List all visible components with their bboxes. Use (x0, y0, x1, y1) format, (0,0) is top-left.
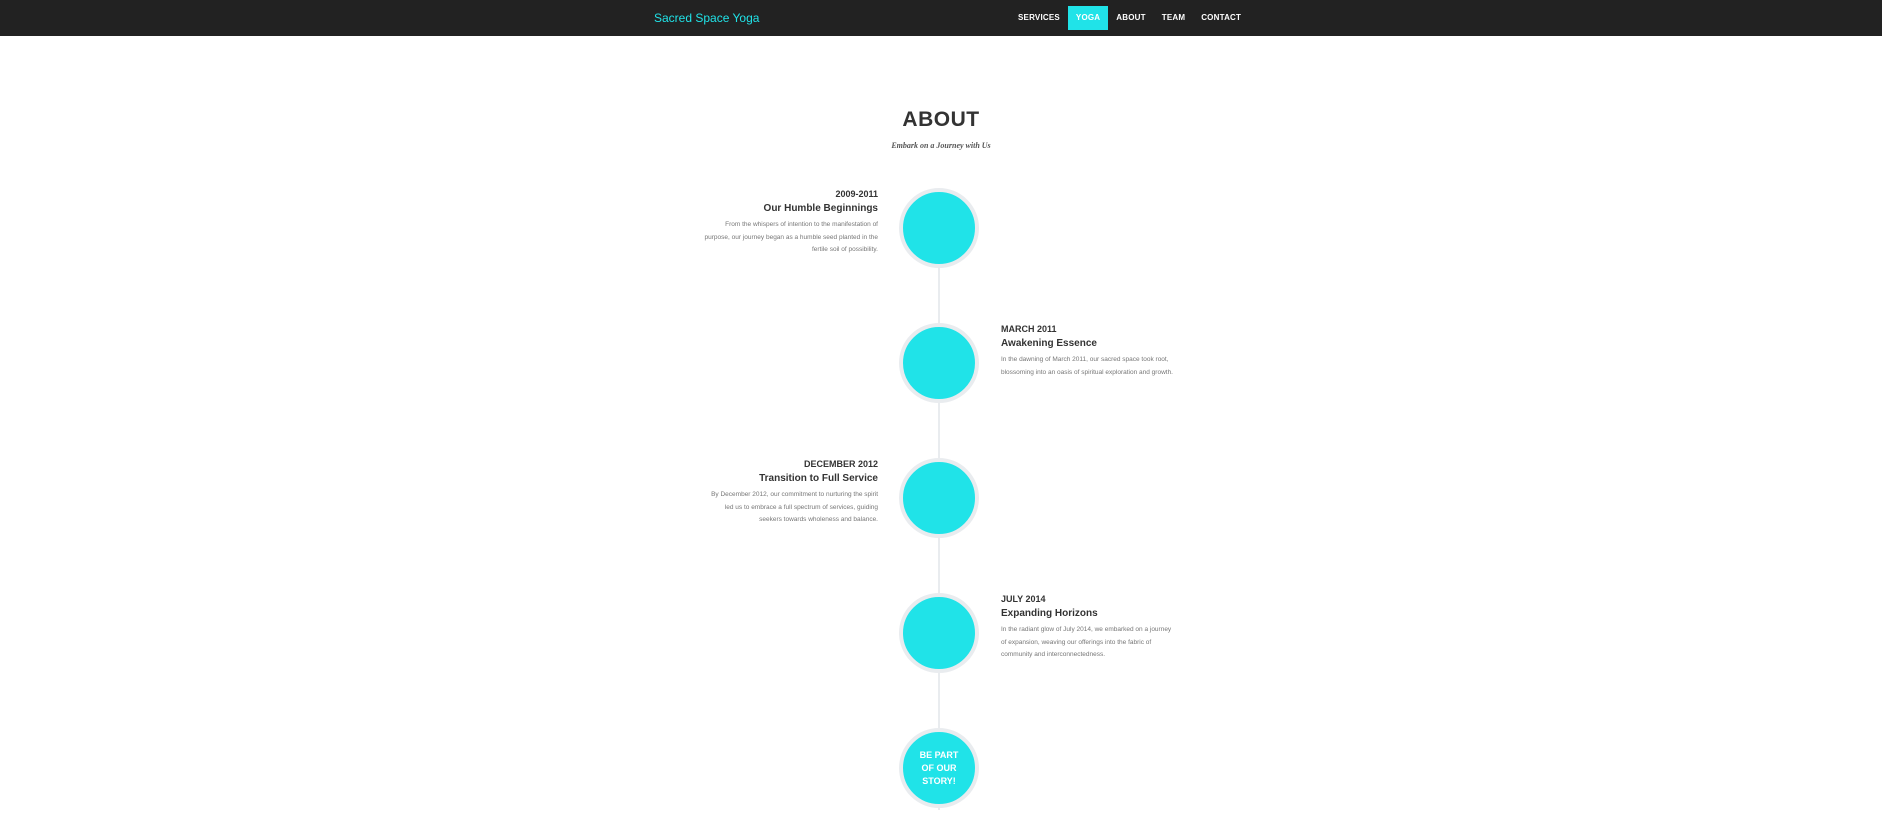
nav-menu: SERVICES YOGA ABOUT TEAM CONTACT (1010, 6, 1249, 30)
timeline-title: Our Humble Beginnings (763, 203, 878, 214)
section-subheading: Embark on a Journey with Us (891, 141, 991, 150)
timeline-date: 2009-2011 (835, 189, 878, 199)
timeline-entry: JULY 2014 Expanding Horizons In the radi… (1001, 592, 1177, 662)
brand-logo-link[interactable]: Sacred Space Yoga (654, 11, 759, 25)
timeline-image-circle (899, 323, 979, 403)
timeline-image-circle (899, 458, 979, 538)
timeline-date: MARCH 2011 (1001, 324, 1057, 334)
timeline-description: In the dawning of March 2011, our sacred… (1001, 356, 1173, 376)
timeline-description: By December 2012, our commitment to nurt… (711, 491, 878, 523)
timeline-title: Awakening Essence (1001, 338, 1097, 349)
timeline-entry: 2009-2011 Our Humble Beginnings From the… (702, 187, 878, 257)
navbar: Sacred Space Yoga SERVICES YOGA ABOUT TE… (0, 0, 1882, 36)
timeline-title: Transition to Full Service (759, 473, 878, 484)
timeline-description: In the radiant glow of July 2014, we emb… (1001, 626, 1172, 658)
timeline-image-circle (899, 593, 979, 673)
timeline-image-circle (899, 188, 979, 268)
timeline-entry: DECEMBER 2012 Transition to Full Service… (702, 457, 878, 527)
section-heading: ABOUT (902, 108, 980, 131)
timeline-entry: MARCH 2011 Awakening Essence In the dawn… (1001, 322, 1177, 379)
timeline-date: DECEMBER 2012 (803, 459, 878, 469)
nav-item-yoga[interactable]: YOGA (1067, 6, 1109, 30)
nav-item-about[interactable]: ABOUT (1108, 6, 1153, 30)
join-story-circle[interactable]: BE PART OF OUR STORY! (899, 728, 979, 808)
nav-item-team[interactable]: TEAM (1154, 6, 1193, 30)
nav-item-contact[interactable]: CONTACT (1193, 6, 1249, 30)
timeline-date: JULY 2014 (1001, 594, 1046, 604)
timeline-description: From the whispers of intention to the ma… (704, 221, 878, 253)
timeline-title: Expanding Horizons (1001, 608, 1098, 619)
nav-item-services[interactable]: SERVICES (1010, 6, 1068, 30)
